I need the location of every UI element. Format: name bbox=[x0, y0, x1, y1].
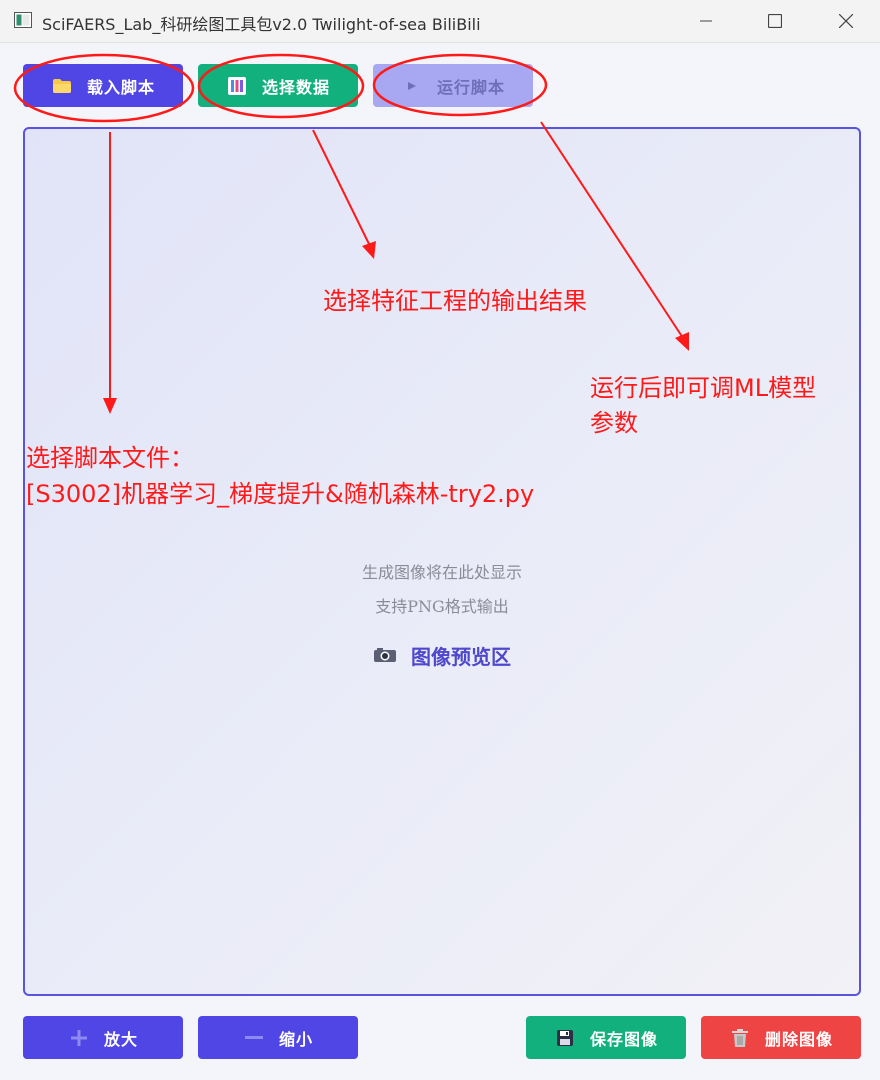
minimize-button[interactable] bbox=[684, 6, 728, 36]
annotation-script-file-line2: [S3002]机器学习_梯度提升&随机森林-try2.py bbox=[26, 480, 535, 508]
plus-icon bbox=[68, 1027, 90, 1049]
minus-icon bbox=[243, 1027, 265, 1049]
maximize-icon bbox=[768, 14, 782, 28]
preview-title-row: 图像预览区 bbox=[25, 641, 859, 670]
load-script-button[interactable]: 载入脚本 bbox=[23, 64, 183, 107]
delete-image-button[interactable]: 删除图像 bbox=[701, 1016, 861, 1059]
window-title: SciFAERS_Lab_科研绘图工具包v2.0 Twilight-of-sea… bbox=[42, 15, 481, 34]
data-icon bbox=[226, 75, 248, 97]
zoom-out-label: 缩小 bbox=[278, 1029, 313, 1049]
zoom-in-label: 放大 bbox=[103, 1029, 138, 1049]
zoom-in-button[interactable]: 放大 bbox=[23, 1016, 183, 1059]
save-icon bbox=[554, 1027, 576, 1049]
trash-icon bbox=[729, 1027, 751, 1049]
annotation-run-note-line1: 运行后即可调ML模型 bbox=[590, 374, 817, 402]
close-button[interactable] bbox=[824, 6, 868, 36]
minimize-icon bbox=[700, 20, 712, 22]
close-icon bbox=[839, 14, 853, 28]
run-script-button[interactable]: 运行脚本 bbox=[373, 64, 533, 107]
zoom-out-button[interactable]: 缩小 bbox=[198, 1016, 358, 1059]
image-preview-area: 图像预览区 生成图像将在此处显示 支持PNG格式输出 bbox=[23, 127, 861, 996]
annotation-select-result: 选择特征工程的输出结果 bbox=[323, 287, 587, 315]
annotation-run-note-line2: 参数 bbox=[590, 409, 638, 437]
folder-icon bbox=[51, 75, 73, 97]
save-image-label: 保存图像 bbox=[589, 1029, 658, 1049]
run-script-label: 运行脚本 bbox=[436, 77, 505, 97]
app-icon bbox=[14, 12, 32, 28]
camera-icon bbox=[373, 644, 397, 668]
select-data-button[interactable]: 选择数据 bbox=[198, 64, 358, 107]
preview-hint-line1: 生成图像将在此处显示 bbox=[361, 563, 522, 582]
delete-image-label: 删除图像 bbox=[764, 1029, 833, 1049]
window-titlebar: SciFAERS_Lab_科研绘图工具包v2.0 Twilight-of-sea… bbox=[0, 0, 880, 43]
preview-title: 图像预览区 bbox=[411, 645, 511, 669]
maximize-button[interactable] bbox=[753, 6, 797, 36]
select-data-label: 选择数据 bbox=[261, 77, 330, 97]
play-icon bbox=[401, 75, 423, 97]
save-image-button[interactable]: 保存图像 bbox=[526, 1016, 686, 1059]
load-script-label: 载入脚本 bbox=[86, 77, 155, 97]
preview-hint-line2: 支持PNG格式输出 bbox=[375, 597, 509, 616]
annotation-script-file-line1: 选择脚本文件： bbox=[26, 444, 194, 472]
